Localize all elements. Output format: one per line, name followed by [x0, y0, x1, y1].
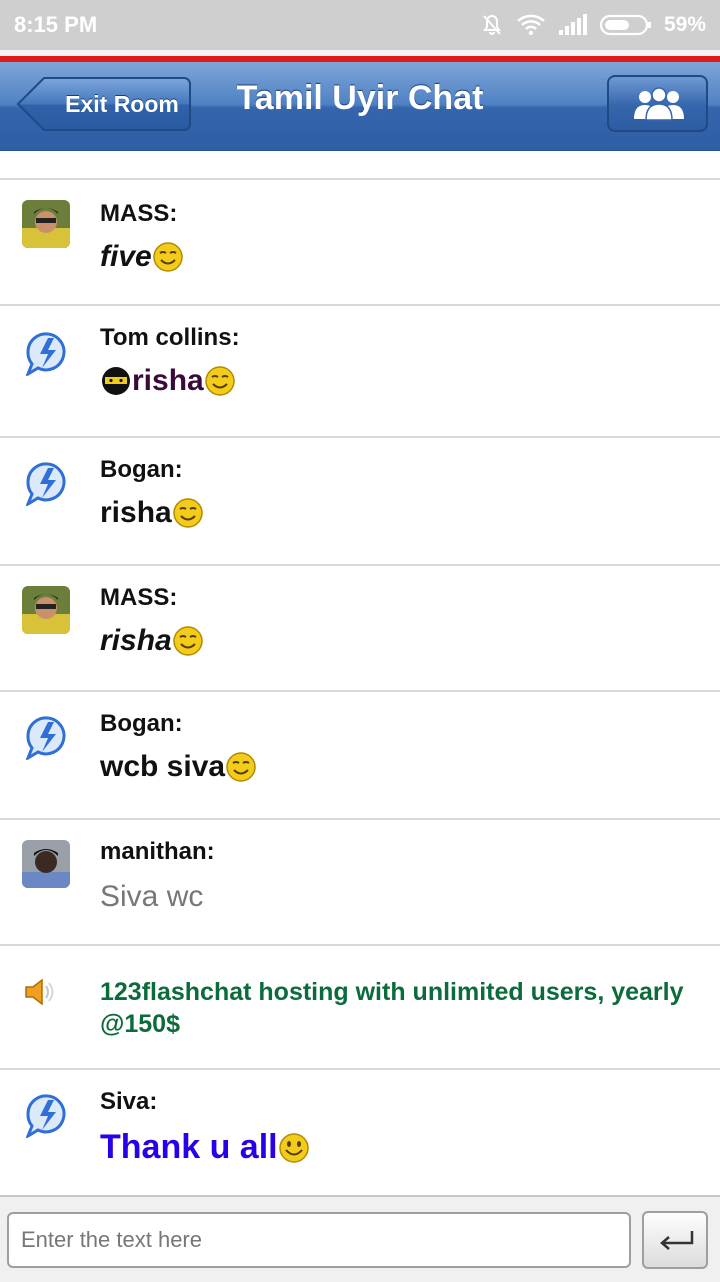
message-sender: Bogan: [100, 710, 183, 737]
mute-icon [483, 14, 501, 35]
lightning-bubble-icon[interactable] [22, 458, 70, 506]
users-list-button[interactable] [607, 75, 708, 132]
message-text: wcb siva [100, 750, 257, 784]
signal-icon [558, 14, 587, 35]
message-sender: Bogan: [100, 456, 183, 483]
announcement-text: 123flashchat hosting with unlimited user… [100, 978, 684, 1038]
message-text: risha [100, 624, 204, 658]
ninja-emoji-icon [100, 365, 132, 397]
lightning-bubble-icon[interactable] [22, 328, 70, 376]
smirk-emoji-icon [172, 497, 204, 529]
page-title: Tamil Uyir Chat [236, 79, 484, 117]
wifi-icon [517, 14, 545, 36]
smile-emoji-icon [278, 1132, 310, 1164]
lightning-bubble-icon[interactable] [22, 712, 70, 760]
chat-message: MASS: risha [0, 564, 720, 690]
message-sender: MASS: [100, 200, 178, 227]
message-sender: manithan: [100, 838, 215, 865]
smirk-emoji-icon [152, 241, 184, 273]
message-input[interactable] [7, 1212, 631, 1268]
chat-message: MASS: five [0, 178, 720, 304]
speaker-icon [22, 974, 58, 1010]
smirk-emoji-icon [172, 625, 204, 657]
composer-bar [0, 1195, 720, 1282]
message-text: Thank u all [100, 1128, 310, 1167]
users-icon [634, 87, 684, 121]
message-text: risha [100, 496, 204, 530]
smirk-emoji-icon [204, 365, 236, 397]
nav-bar: Exit Room Tamil Uyir Chat [0, 62, 720, 151]
lightning-bubble-icon[interactable] [22, 1090, 70, 1138]
status-time: 8:15 PM [14, 12, 98, 37]
chat-message: Siva: Thank u all [0, 1068, 720, 1195]
message-text: Siva wc [100, 880, 204, 913]
message-text-content: Thank u all [100, 1128, 278, 1166]
smirk-emoji-icon [225, 751, 257, 783]
chat-message: manithan: Siva wc [0, 818, 720, 944]
message-text: five [100, 240, 184, 274]
chat-message: Bogan: risha [0, 436, 720, 564]
chat-message: Bogan: wcb siva [0, 690, 720, 818]
enter-icon [660, 1231, 694, 1250]
message-text-content: risha [100, 496, 172, 529]
battery-icon [599, 14, 651, 36]
avatar[interactable] [22, 840, 70, 888]
chat-list[interactable]: MASS: five Tom collins: risha Bogan: ris… [0, 150, 720, 1195]
message-text: risha [100, 364, 236, 398]
chat-message: Tom collins: risha [0, 304, 720, 436]
status-bar: 8:15 PM 59% [0, 0, 720, 50]
avatar[interactable] [22, 586, 70, 634]
exit-room-label: Exit Room [65, 91, 179, 117]
message-text-content: risha [100, 624, 172, 657]
system-announcement: 123flashchat hosting with unlimited user… [0, 944, 720, 1068]
message-text-content: five [100, 240, 152, 273]
message-sender: MASS: [100, 584, 178, 611]
avatar[interactable] [22, 200, 70, 248]
message-sender: Tom collins: [100, 324, 240, 351]
message-text-content: risha [132, 364, 204, 397]
message-sender: Siva: [100, 1088, 158, 1115]
message-text-content: wcb siva [100, 750, 226, 783]
exit-room-button[interactable]: Exit Room [16, 76, 192, 132]
status-icons: 59% [480, 10, 706, 40]
send-button[interactable] [642, 1211, 708, 1269]
battery-percent: 59% [663, 13, 706, 36]
